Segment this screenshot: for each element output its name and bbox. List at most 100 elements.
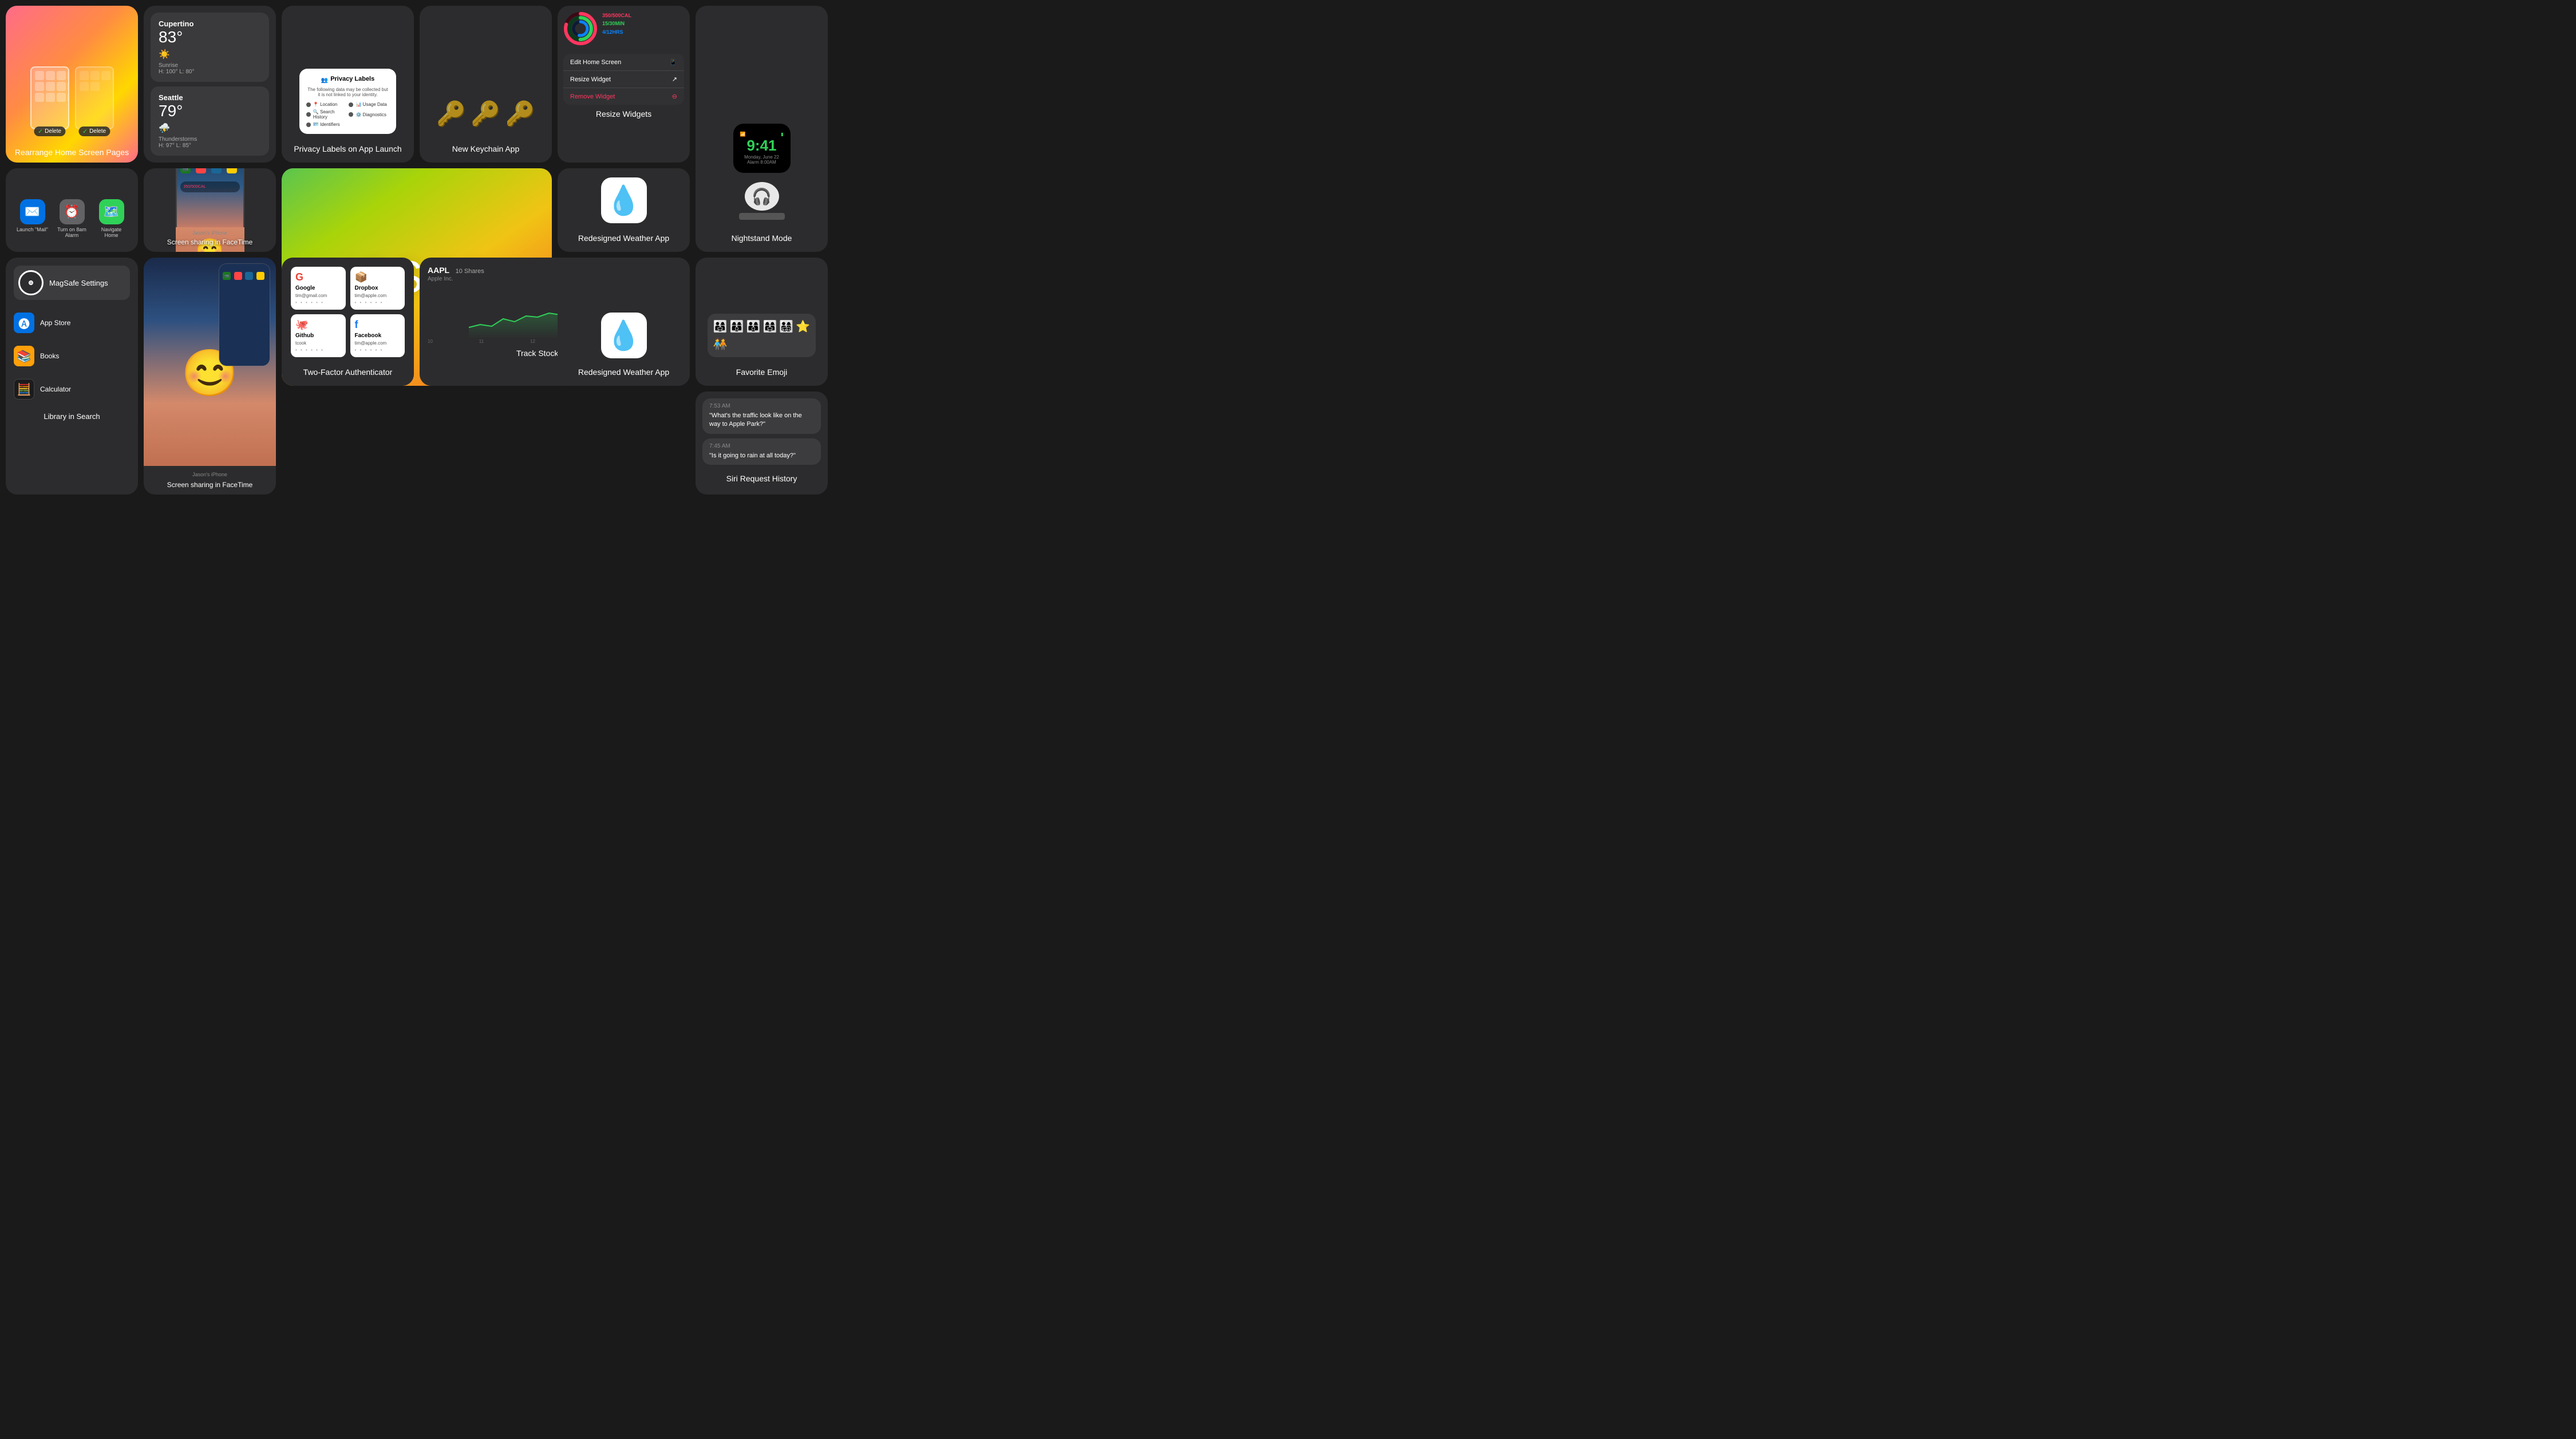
github-email: tcook: [295, 341, 341, 346]
google-email: tim@gmail.com: [295, 293, 341, 298]
facetime-label-2: Screen sharing in FaceTime: [144, 481, 276, 489]
facebook-service: Facebook: [355, 333, 401, 339]
weather-app-label-2: Redesigned Weather App: [578, 367, 669, 377]
facetime-phone-pip: 📹: [219, 263, 270, 366]
delete-btn-2[interactable]: Delete: [89, 128, 106, 135]
stock-symbol: AAPL: [428, 266, 449, 275]
privacy-modal-sub: The following data may be collected but …: [306, 87, 389, 97]
tfa-label: Two-Factor Authenticator: [303, 367, 393, 377]
maps-icon: 🗺️: [99, 199, 124, 224]
shortcut-maps-label: Navigate Home: [94, 227, 129, 238]
card-shortcuts: ✉️ Launch "Mail" ⏰ Turn on 8am Alarm 🗺️ …: [6, 168, 138, 252]
airpods-icon: 🎧: [745, 182, 779, 211]
calculator-icon: 🧮: [14, 379, 34, 400]
ctx-remove[interactable]: Remove Widget ⊖: [563, 88, 684, 105]
shortcut-alarm-label: Turn on 8am Alarm: [54, 227, 89, 238]
books-icon: 📚: [14, 346, 34, 366]
tfa-grid: G Google tim@gmail.com • • • • • • 📦 Dro…: [291, 267, 405, 357]
ring-cal: 350/500CAL: [602, 11, 631, 19]
siri-msg-2: 7:45 AM "Is it going to rain at all toda…: [702, 438, 821, 465]
card-privacy: 👥 Privacy Labels The following data may …: [282, 6, 414, 163]
tfa-google[interactable]: G Google tim@gmail.com • • • • • •: [291, 267, 346, 310]
google-service: Google: [295, 285, 341, 291]
rearrange-label: Rearrange Home Screen Pages: [15, 148, 129, 157]
weather-app-label: Redesigned Weather App: [578, 234, 669, 243]
sidebar-appstore[interactable]: 🅐 App Store: [14, 310, 130, 335]
ctx-resize-label: Resize Widget: [570, 76, 611, 83]
dropbox-dots: • • • • • •: [355, 300, 401, 305]
key-icon-2: 🔑: [471, 100, 500, 128]
appstore-label: App Store: [40, 319, 70, 327]
facebook-dots: • • • • • •: [355, 347, 401, 353]
ctx-resize[interactable]: Resize Widget ↗: [563, 71, 684, 88]
github-service: Github: [295, 333, 341, 339]
weather-icon-2: ⛈️: [159, 122, 261, 134]
keychain-label: New Keychain App: [452, 144, 520, 153]
facetime-phone-name-2: Jason's iPhone: [144, 472, 276, 477]
emoji-label: Favorite Emoji: [736, 367, 787, 377]
card-keychain: 🔑 🔑 🔑 New Keychain App: [420, 6, 552, 163]
weather-detail-2: Thunderstorms: [159, 136, 261, 143]
magsafe-icon: [18, 270, 44, 295]
weather-drop-icon: 💧: [601, 313, 647, 358]
facetime-bg: 📹 😊: [144, 258, 276, 466]
sidebar-calculator[interactable]: 🧮 Calculator: [14, 377, 130, 402]
stock-shares: 10 Shares: [456, 268, 484, 275]
card-siri: 7:53 AM "What's the traffic look like on…: [696, 392, 828, 495]
tfa-dropbox[interactable]: 📦 Dropbox tim@apple.com • • • • • •: [350, 267, 405, 310]
phone-name: Jason's iPhone: [192, 230, 227, 236]
github-dots: • • • • • •: [295, 347, 341, 353]
shortcut-mail-label: Launch "Mail": [17, 227, 48, 232]
clock-icon: ⏰: [60, 199, 85, 224]
activity-rings-svg: [563, 11, 598, 46]
appstore-icon: 🅐: [14, 313, 34, 333]
delete-btn-1[interactable]: Delete: [45, 128, 61, 135]
watch-time: 9:41: [740, 137, 784, 155]
weather-city-1: Cupertino: [159, 19, 261, 28]
remove-icon: ⊖: [672, 93, 677, 100]
github-logo: 🐙: [295, 319, 341, 331]
card-emoji: 👨‍👩‍👧 👩‍👩‍👦 👨‍👩‍👦 👩‍👩‍👧 👨‍👩‍👧‍👦 ⭐ 🧑‍🤝‍🧑 …: [696, 258, 828, 386]
weather-hl-1: H: 100° L: 80°: [159, 69, 261, 75]
watch-display: 📶▮ 9:41 Monday, June 22 Alarm 8:00AM: [733, 124, 791, 173]
ctx-remove-label: Remove Widget: [570, 93, 615, 100]
siri-text-2: "Is it going to rain at all today?": [709, 452, 814, 460]
siri-text-1: "What's the traffic look like on the way…: [709, 412, 814, 429]
facetime-label: Screen sharing in FaceTime: [144, 238, 276, 246]
weather-widget-2: Seattle 79° ⛈️ Thunderstorms H: 97° L: 8…: [151, 86, 269, 156]
dropbox-service: Dropbox: [355, 285, 401, 291]
key-icon-3: 🔑: [505, 100, 535, 128]
emoji-container: 👨‍👩‍👧 👩‍👩‍👦 👨‍👩‍👦 👩‍👩‍👧 👨‍👩‍👧‍👦 ⭐ 🧑‍🤝‍🧑: [708, 314, 816, 357]
tfa-facebook[interactable]: f Facebook tim@apple.com • • • • • •: [350, 314, 405, 357]
shortcut-maps[interactable]: 🗺️ Navigate Home: [94, 199, 129, 238]
card-weather-app-2: 💧 Redesigned Weather App: [558, 258, 690, 386]
ctx-edit-label: Edit Home Screen: [570, 59, 621, 66]
emoji-row-2: 🧑‍🤝‍🧑: [713, 337, 810, 351]
weather-app-icon: 💧: [601, 177, 647, 223]
card-facetime: 📹 350/500CAL 😊 Screen sharing in FaceTim…: [144, 168, 276, 252]
main-grid: ✓ Delete ✓ Delete Rearrange: [0, 0, 833, 500]
shortcut-alarm[interactable]: ⏰ Turn on 8am Alarm: [54, 199, 89, 238]
emoji-row-1: 👨‍👩‍👧 👩‍👩‍👦 👨‍👩‍👦 👩‍👩‍👧 👨‍👩‍👧‍👦 ⭐: [713, 319, 810, 334]
shortcut-mail[interactable]: ✉️ Launch "Mail": [15, 199, 50, 238]
nightstand-label: Nightstand Mode: [732, 234, 792, 243]
calculator-label: Calculator: [40, 385, 71, 393]
magsafe-item[interactable]: MagSafe Settings: [14, 266, 130, 300]
watch-date: Monday, June 22: [740, 155, 784, 160]
ctx-edit[interactable]: Edit Home Screen 📱: [563, 54, 684, 71]
ring-hrs: 4/12HRS: [602, 28, 631, 36]
resize-label: Resize Widgets: [596, 109, 651, 118]
weather-city-2: Seattle: [159, 93, 261, 102]
shortcuts-grid: ✉️ Launch "Mail" ⏰ Turn on 8am Alarm 🗺️ …: [15, 199, 129, 238]
magsafe-label: MagSafe Settings: [49, 279, 108, 287]
privacy-label: Privacy Labels on App Launch: [294, 144, 401, 153]
resize-icon: ↗: [672, 76, 677, 83]
ring-min: 15/30MIN: [602, 19, 631, 27]
card-nightstand: 📶▮ 9:41 Monday, June 22 Alarm 8:00AM 🎧 N…: [696, 6, 828, 252]
siri-msg-1: 7:53 AM "What's the traffic look like on…: [702, 398, 821, 434]
card-resize: 350/500CAL 15/30MIN 4/12HRS Edit Home Sc…: [558, 6, 690, 163]
sidebar-books[interactable]: 📚 Books: [14, 343, 130, 369]
weather-hl-2: H: 97° L: 85°: [159, 143, 261, 149]
siri-time-1: 7:53 AM: [709, 403, 814, 409]
tfa-github[interactable]: 🐙 Github tcook • • • • • •: [291, 314, 346, 357]
